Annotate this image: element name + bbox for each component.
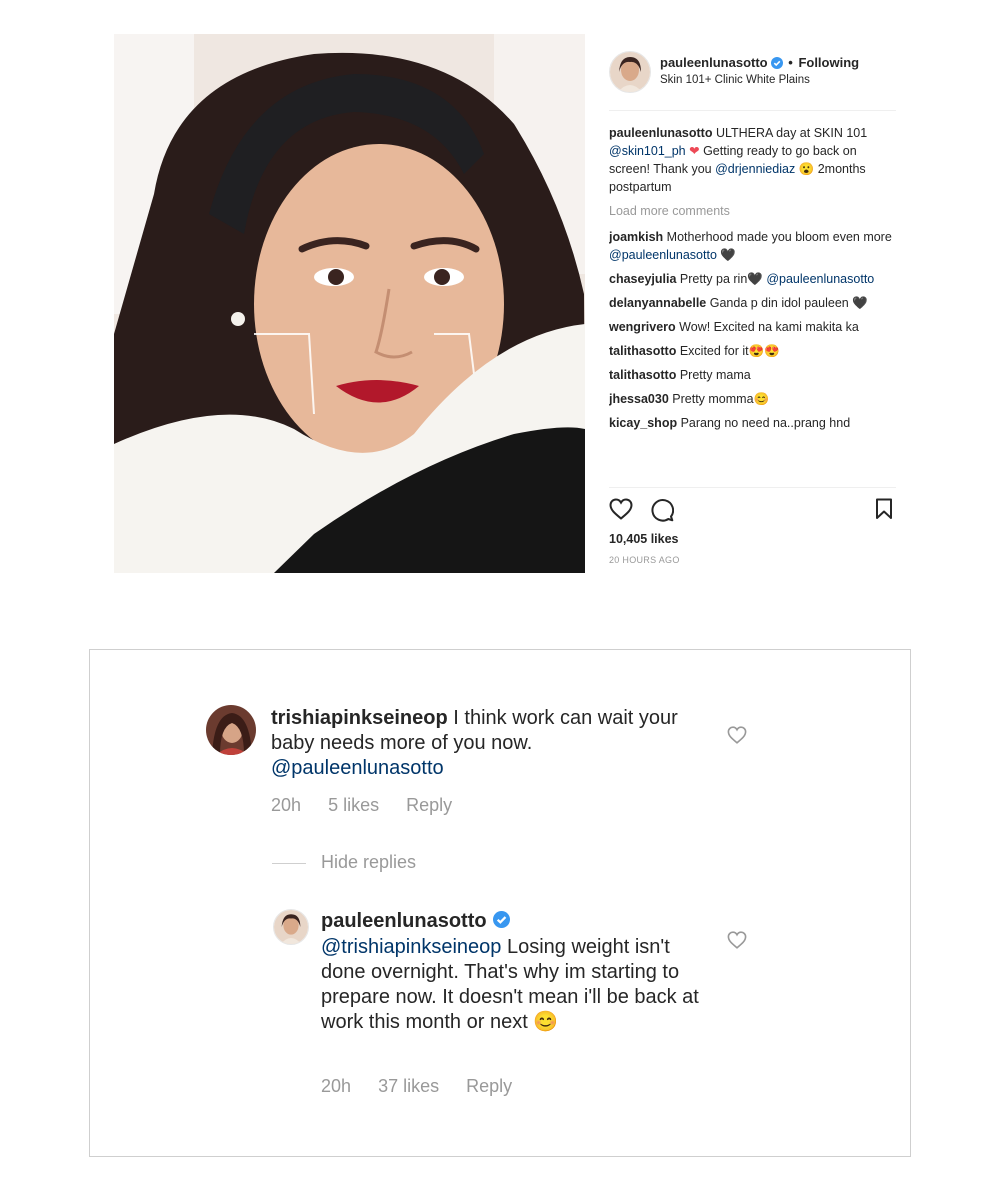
- comment-username[interactable]: jhessa030: [609, 392, 669, 406]
- zoom-comment-mention[interactable]: @pauleenlunasotto: [271, 757, 444, 779]
- comment-text: Excited for it😍😍: [679, 344, 780, 358]
- heart-icon[interactable]: [609, 498, 633, 525]
- comment-text: Pretty momma😊: [672, 392, 770, 406]
- comment-like-heart-icon[interactable]: [727, 931, 747, 954]
- comment-mention[interactable]: @pauleenlunasotto: [609, 248, 717, 262]
- zoomed-comment-thread: trishiapinkseineop I think work can wait…: [89, 649, 911, 1157]
- comment-username[interactable]: delanyannabelle: [609, 296, 706, 310]
- comment-likes-count[interactable]: 37 likes: [378, 1076, 439, 1096]
- avatar[interactable]: [206, 705, 256, 755]
- caption-username[interactable]: pauleenlunasotto: [609, 126, 712, 140]
- comment-item: talithasotto Excited for it😍😍: [609, 342, 896, 360]
- smile-emoji: 😊: [533, 1011, 559, 1033]
- post-actions-bar: [609, 487, 896, 532]
- bookmark-icon[interactable]: [875, 498, 893, 525]
- post-username[interactable]: pauleenlunasotto: [660, 55, 768, 70]
- comment-item: wengrivero Wow! Excited na kami makita k…: [609, 318, 896, 336]
- comment-item: jhessa030 Pretty momma😊: [609, 390, 896, 408]
- heart-emoji: ❤: [689, 144, 700, 158]
- comment-username[interactable]: talithasotto: [609, 368, 676, 382]
- comment-mention[interactable]: @pauleenlunasotto: [766, 272, 874, 286]
- comment-text: Pretty mama: [679, 368, 751, 382]
- comment-likes-count[interactable]: 5 likes: [328, 795, 379, 815]
- zoom-comment-username[interactable]: trishiapinkseineop: [271, 707, 448, 729]
- comment-username[interactable]: chaseyjulia: [609, 272, 676, 286]
- comment-username[interactable]: wengrivero: [609, 320, 676, 334]
- zoom-reply-mention[interactable]: @trishiapinkseineop: [321, 936, 501, 958]
- zoom-comment: trishiapinkseineop I think work can wait…: [271, 706, 701, 781]
- comment-item: delanyannabelle Ganda p din idol pauleen…: [609, 294, 896, 312]
- post-username-row: pauleenlunasotto • Following: [660, 55, 859, 72]
- following-button[interactable]: Following: [798, 55, 859, 70]
- avatar[interactable]: [609, 51, 651, 93]
- post-header: pauleenlunasotto • Following Skin 101+ C…: [609, 34, 896, 111]
- verified-badge-icon: [492, 910, 510, 935]
- post-timestamp: 20 HOURS AGO: [609, 555, 680, 565]
- comment-username[interactable]: kicay_shop: [609, 416, 677, 430]
- zoom-comment-meta: 20h 5 likes Reply: [271, 795, 474, 816]
- comment-text: Parang no need na..prang hnd: [680, 416, 851, 430]
- comment-text: Wow! Excited na kami makita ka: [679, 320, 859, 334]
- post-photo: [114, 34, 585, 573]
- comment-item: kicay_shop Parang no need na..prang hnd: [609, 414, 896, 432]
- hide-replies-button[interactable]: Hide replies: [321, 852, 416, 873]
- caption-mention[interactable]: @drjenniediaz: [715, 162, 795, 176]
- comment-item: talithasotto Pretty mama: [609, 366, 896, 384]
- verified-badge-icon: [770, 57, 783, 72]
- like-count[interactable]: 10,405 likes: [609, 532, 896, 546]
- separator-dot: •: [788, 55, 793, 70]
- comment-time: 20h: [271, 795, 302, 815]
- comments-list[interactable]: pauleenlunasotto ULTHERA day at SKIN 101…: [609, 111, 896, 487]
- post-caption: pauleenlunasotto ULTHERA day at SKIN 101…: [609, 124, 896, 196]
- comment-like-heart-icon[interactable]: [727, 726, 747, 749]
- comment-item: joamkish Motherhood made you bloom even …: [609, 228, 896, 264]
- post-sidebar: pauleenlunasotto • Following Skin 101+ C…: [609, 34, 896, 565]
- reply-button[interactable]: Reply: [406, 795, 452, 815]
- comment-time: 20h: [321, 1076, 352, 1096]
- comment-username[interactable]: joamkish: [609, 230, 663, 244]
- post-location[interactable]: Skin 101+ Clinic White Plains: [660, 74, 810, 86]
- comment-item: chaseyjulia Pretty pa rin🖤 @pauleenlunas…: [609, 270, 896, 288]
- avatar[interactable]: [273, 909, 309, 945]
- zoom-reply: pauleenlunasotto @trishiapinkseineop Los…: [321, 909, 706, 1035]
- comment-username[interactable]: talithasotto: [609, 344, 676, 358]
- divider: [272, 863, 306, 864]
- zoom-reply-username[interactable]: pauleenlunasotto: [321, 910, 487, 932]
- load-more-comments-link[interactable]: Load more comments: [609, 202, 896, 220]
- comment-icon[interactable]: [650, 498, 674, 527]
- comment-text: Pretty pa rin🖤: [679, 272, 767, 286]
- zoom-reply-meta: 20h 37 likes Reply: [321, 1076, 534, 1097]
- caption-mention[interactable]: @skin101_ph: [609, 144, 686, 158]
- caption-text: ULTHERA day at SKIN 101: [715, 126, 868, 140]
- comment-text: Motherhood made you bloom even more: [666, 230, 892, 244]
- reply-button[interactable]: Reply: [466, 1076, 512, 1096]
- comment-text: Ganda p din idol pauleen 🖤: [709, 296, 868, 310]
- comment-text: 🖤: [716, 248, 736, 262]
